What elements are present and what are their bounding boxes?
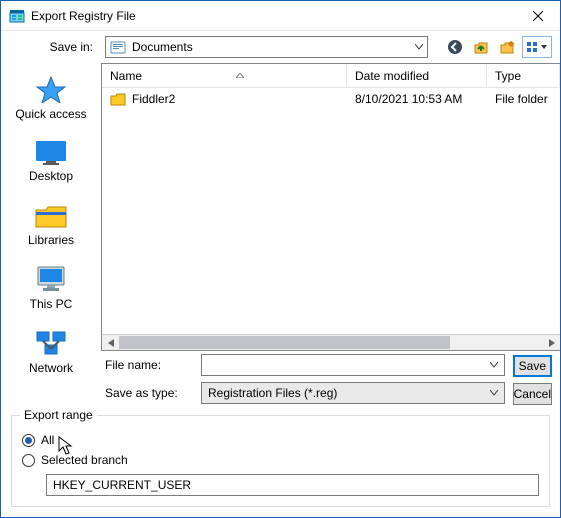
column-header-type[interactable]: Type <box>487 64 560 87</box>
column-header-name[interactable]: Name <box>102 64 347 87</box>
place-label: Network <box>29 361 73 375</box>
place-libraries[interactable]: Libraries <box>6 195 96 257</box>
radio-all[interactable] <box>22 434 35 447</box>
chevron-down-icon <box>415 44 423 50</box>
save-as-type-dropdown[interactable]: Registration Files (*.reg) <box>201 382 505 404</box>
file-name-label: File name: <box>101 358 191 372</box>
save-in-location-name: Documents <box>132 40 193 54</box>
cancel-button[interactable]: Cancel <box>513 383 552 405</box>
chevron-down-icon <box>490 390 498 396</box>
column-headers: Name Date modified Type <box>102 64 560 88</box>
window-title: Export Registry File <box>31 9 515 23</box>
chevron-down-icon <box>490 362 498 368</box>
save-in-dropdown[interactable]: Documents <box>105 36 428 58</box>
file-name-input[interactable] <box>201 354 505 376</box>
place-this-pc[interactable]: This PC <box>6 259 96 321</box>
column-header-date[interactable]: Date modified <box>347 64 487 87</box>
export-range-all-row[interactable]: All <box>22 430 539 450</box>
titlebar: Export Registry File <box>1 1 560 31</box>
places-bar: Quick access Desktop Libraries This PC N… <box>1 63 101 407</box>
selected-branch-input[interactable]: HKEY_CURRENT_USER <box>46 474 539 496</box>
folder-icon <box>110 92 126 106</box>
close-button[interactable] <box>515 1 560 30</box>
radio-all-label: All <box>41 433 54 447</box>
file-name: Fiddler2 <box>132 92 175 106</box>
save-as-type-label: Save as type: <box>101 386 191 400</box>
quick-access-icon <box>35 75 67 103</box>
libraries-icon <box>34 201 68 229</box>
export-range-legend: Export range <box>20 408 97 422</box>
this-pc-icon <box>34 265 68 293</box>
back-button[interactable] <box>444 36 466 58</box>
save-in-toolbar: Save in: Documents <box>1 31 560 63</box>
save-button[interactable]: Save <box>513 355 552 377</box>
radio-selected-label: Selected branch <box>41 453 128 467</box>
desktop-icon <box>34 139 68 165</box>
scroll-right-button[interactable] <box>543 335 560 350</box>
network-icon <box>34 329 68 357</box>
file-type: File folder <box>495 92 548 106</box>
documents-icon <box>110 40 126 54</box>
place-label: Libraries <box>28 233 74 247</box>
place-label: Desktop <box>29 169 73 183</box>
file-list[interactable]: Name Date modified Type F <box>101 63 560 334</box>
nav-icon-group <box>434 36 552 58</box>
scroll-track[interactable] <box>119 335 543 350</box>
place-label: Quick access <box>15 107 86 121</box>
scroll-left-button[interactable] <box>102 335 119 350</box>
new-folder-button[interactable] <box>496 36 518 58</box>
export-registry-dialog: Export Registry File Save in: Documents <box>0 0 561 518</box>
file-date: 8/10/2021 10:53 AM <box>355 92 462 106</box>
regedit-icon <box>9 8 25 24</box>
horizontal-scrollbar[interactable] <box>101 334 560 351</box>
export-range-selected-row[interactable]: Selected branch <box>22 450 539 470</box>
place-label: This PC <box>30 297 73 311</box>
save-in-label: Save in: <box>1 40 99 54</box>
scroll-thumb[interactable] <box>119 336 450 349</box>
up-one-level-button[interactable] <box>470 36 492 58</box>
place-quick-access[interactable]: Quick access <box>6 69 96 131</box>
view-menu-button[interactable] <box>522 36 552 58</box>
place-network[interactable]: Network <box>6 323 96 385</box>
export-range-group: Export range All Selected branch HKEY_CU… <box>11 415 550 507</box>
place-desktop[interactable]: Desktop <box>6 133 96 193</box>
file-row[interactable]: Fiddler2 8/10/2021 10:53 AM File folder <box>102 88 560 110</box>
radio-selected-branch[interactable] <box>22 454 35 467</box>
sort-ascending-icon <box>236 73 244 78</box>
